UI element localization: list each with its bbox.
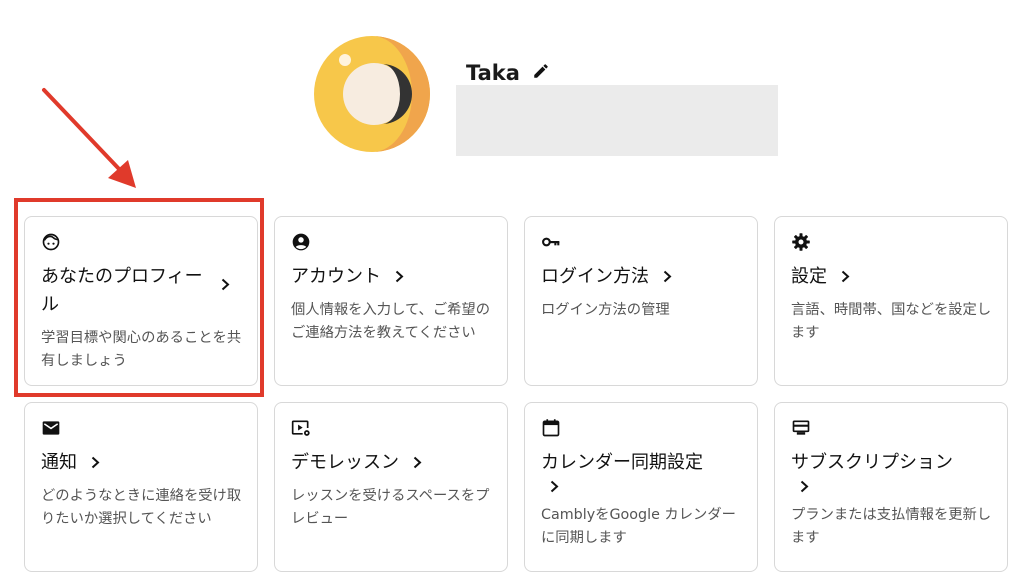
- chevron-right-icon: [221, 278, 230, 291]
- card-description: どのようなときに連絡を受け取りたいか選択してください: [41, 488, 242, 527]
- profile-name: Taka: [466, 61, 520, 85]
- chevron-right-icon: [800, 480, 809, 493]
- card-icon: [792, 420, 810, 435]
- card-description: CamblyをGoogle カレンダーに同期します: [541, 507, 736, 546]
- card-calendar-sync[interactable]: カレンダー同期設定 CamblyをGoogle カレンダーに同期します: [524, 402, 758, 572]
- mail-icon: [42, 421, 60, 435]
- chevron-right-icon: [841, 270, 850, 283]
- redacted-profile-info: [456, 85, 778, 156]
- chevron-right-icon: [663, 270, 672, 283]
- card-description: 言語、時間帯、国などを設定します: [791, 302, 992, 341]
- card-subscription[interactable]: サブスクリプション プランまたは支払情報を更新します: [774, 402, 1008, 572]
- card-title: ログイン方法: [541, 266, 649, 287]
- video-settings-icon: [291, 420, 310, 436]
- card-description: 学習目標や関心のあることを共有しましょう: [41, 330, 242, 369]
- card-title: あなたのプロフィー ル: [41, 266, 203, 315]
- edit-pencil-icon[interactable]: [532, 62, 550, 80]
- chevron-right-icon: [550, 480, 559, 493]
- card-profile[interactable]: あなたのプロフィー ル 学習目標や関心のあることを共有しましょう: [24, 216, 258, 386]
- card-title: サブスクリプション: [791, 452, 953, 473]
- card-description: プランまたは支払情報を更新します: [791, 507, 992, 546]
- card-description: 個人情報を入力して、ご希望のご連絡方法を教えてください: [291, 302, 491, 341]
- chevron-right-icon: [395, 270, 404, 283]
- card-title: アカウント: [291, 266, 381, 287]
- card-settings[interactable]: 設定 言語、時間帯、国などを設定します: [774, 216, 1008, 386]
- account-circle-icon: [292, 233, 310, 251]
- card-demo-lesson[interactable]: デモレッスン レッスンを受けるスペースをプレビュー: [274, 402, 508, 572]
- chevron-right-icon: [91, 456, 100, 469]
- card-title: デモレッスン: [291, 452, 399, 473]
- calendar-icon: [542, 419, 560, 437]
- card-description: ログイン方法の管理: [541, 302, 670, 318]
- smiley-face-icon: [42, 233, 60, 251]
- card-title: 通知: [41, 452, 77, 473]
- gear-icon: [792, 233, 810, 251]
- card-title: カレンダー同期設定: [541, 452, 703, 473]
- key-icon: [542, 237, 560, 247]
- card-description: レッスンを受けるスペースをプレビュー: [291, 488, 490, 527]
- card-notifications[interactable]: 通知 どのようなときに連絡を受け取りたいか選択してください: [24, 402, 258, 572]
- chevron-right-icon: [413, 456, 422, 469]
- card-title: 設定: [791, 266, 827, 287]
- profile-avatar[interactable]: [314, 36, 430, 152]
- annotation-arrow: [42, 88, 136, 188]
- card-login-method[interactable]: ログイン方法 ログイン方法の管理: [524, 216, 758, 386]
- card-account[interactable]: アカウント 個人情報を入力して、ご希望のご連絡方法を教えてください: [274, 216, 508, 386]
